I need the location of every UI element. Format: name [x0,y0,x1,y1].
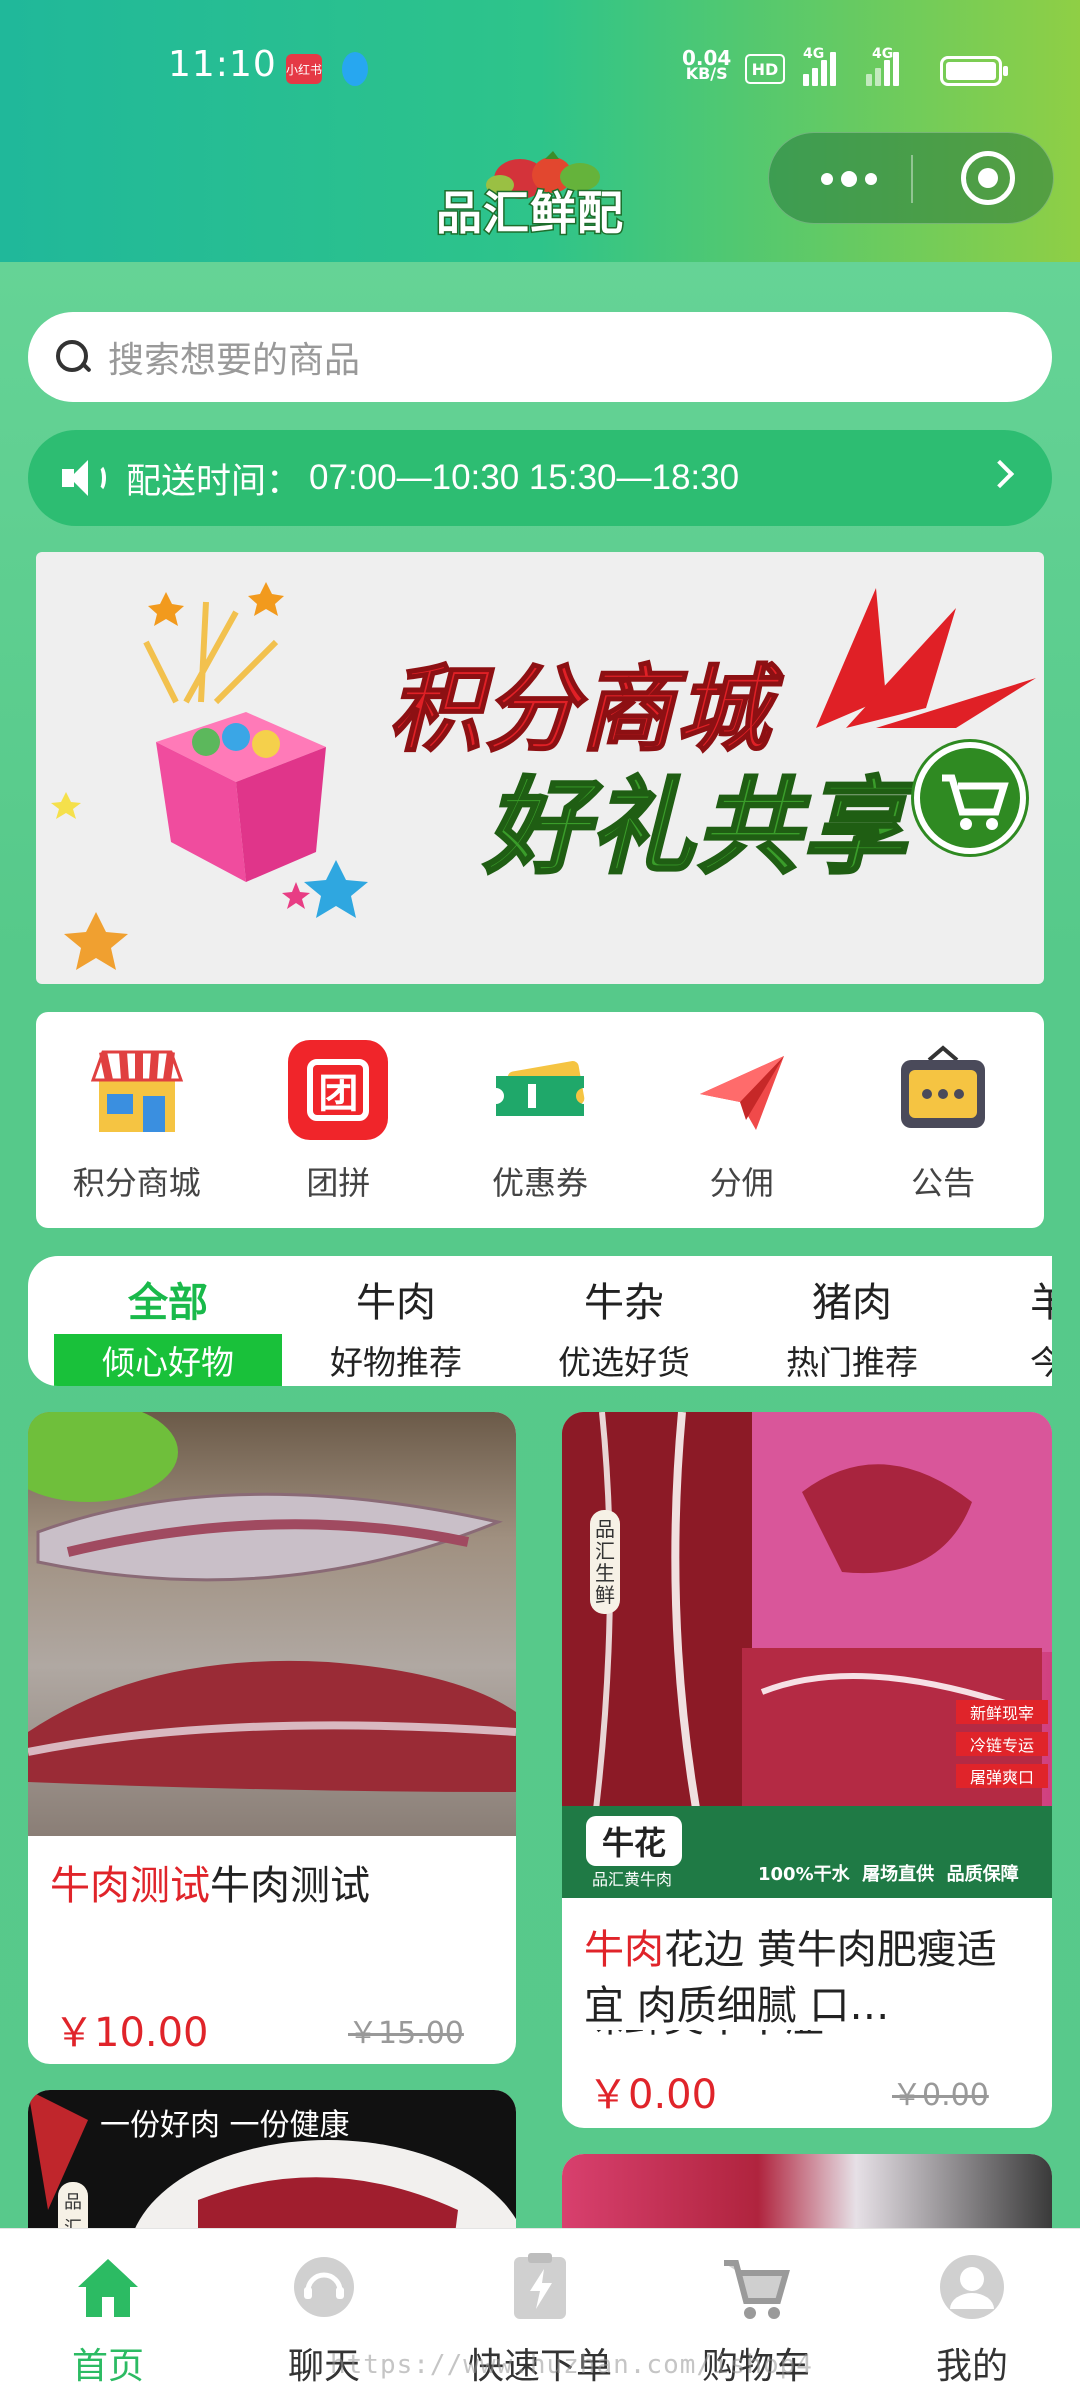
quick-menu-commission[interactable]: 分佣 [652,1040,832,1204]
quick-menu-points-mall[interactable]: 积分商城 [47,1040,227,1204]
category-subtitle: 好物推荐 [330,1343,462,1382]
product-image-tags: 新鲜现宰 冷链专运 屠弹爽口 [956,1700,1048,1788]
hd-voice-icon: HD [745,54,785,84]
product-original-price: ￥0.00 [892,2078,989,2113]
category-tab-all[interactable]: 全部 倾心好物 [54,1270,282,1386]
watermark: https://www.huzhan.com/ishop4 [330,2350,813,2380]
product-card[interactable]: 牛肉测试牛肉测试 ￥10.00 ￥15.00 [28,1412,516,2064]
search-placeholder: 搜索想要的商品 [108,340,361,381]
search-icon [54,338,92,376]
status-time: 11:10 [168,44,277,85]
category-tab-pork[interactable]: 猪肉 热门推荐 [738,1270,966,1386]
product-image: 品汇生鲜 新鲜现宰 冷链专运 屠弹爽口 牛花 品汇黄牛肉 100%干水 屠场直供… [562,1412,1052,1898]
category-subtitle: 热门推荐 [786,1343,918,1382]
quick-menu-coupon[interactable]: 优惠券 [450,1040,630,1204]
status-bar: 11:10 小红书 0.04 KB/S HD 4G 4G [0,40,1080,100]
product-image-badge: 牛花 [586,1816,683,1866]
battery-icon [940,56,1008,86]
shop-icon [87,1040,187,1140]
product-title: 牛肉测试牛肉测试 [50,1863,370,1909]
tab-label: 首页 [71,2346,144,2387]
notice-times: 07:00—10:30 15:30—18:30 [309,458,740,497]
banner-cart-icon [914,742,1026,854]
tab-profile[interactable]: 我的 [872,2229,1072,2400]
category-tab-lamb[interactable]: 羊 今日 [966,1270,1052,1386]
quick-menu-label: 优惠券 [491,1164,588,1202]
chat-icon [288,2251,360,2323]
product-image-subtitle: 品汇黄牛肉 [592,1870,673,1889]
category-name: 羊 [1030,1280,1052,1326]
product-title-overflow: 味鲜美不干涩 [584,2030,1030,2046]
group-buy-icon: 团 [288,1040,389,1140]
network-speed: 0.04 KB/S [682,46,732,83]
category-tab-beef[interactable]: 牛肉 好物推荐 [282,1270,510,1386]
product-price: ￥0.00 [588,2072,718,2118]
category-name: 牛肉 [356,1280,436,1326]
category-subtitle: 优选好货 [558,1343,690,1382]
banner-title-line2: 好礼共享 [482,765,909,890]
quick-menu: 积分商城 团 团拼 优惠券 分佣 公告 [36,1012,1044,1228]
category-tab-offal[interactable]: 牛杂 优选好货 [510,1270,738,1386]
cart-icon [720,2251,792,2323]
points-mall-banner[interactable]: 积分商城 好礼共享 [36,552,1044,984]
product-title: 牛肉花边 黄牛肉肥瘦适宜 肉质细腻 口… [584,1927,997,2029]
paper-plane-icon [692,1040,792,1140]
search-input[interactable]: 搜索想要的商品 [28,312,1052,402]
notification-drop-icon [342,52,368,86]
logo-text: 品汇鲜配 [435,185,625,242]
product-image-claims: 100%干水 屠场直供 品质保障 [758,1864,1019,1885]
signal-icon: 4G [803,46,836,86]
announcement-icon [893,1040,993,1140]
speaker-icon [62,458,106,498]
chevron-right-icon [985,459,1015,489]
home-icon [72,2251,144,2323]
quick-menu-label: 积分商城 [72,1164,201,1202]
quick-order-icon [504,2251,576,2323]
notification-app-icon: 小红书 [286,54,322,84]
app-logo: 品汇鲜配 [430,145,630,242]
product-original-price: ￥15.00 [348,2016,464,2051]
quick-menu-announcement[interactable]: 公告 [853,1040,1033,1204]
category-name: 牛杂 [584,1280,664,1326]
product-image-caption: 一份好肉 一份健康 [100,2108,350,2143]
tab-home[interactable]: 首页 [8,2229,208,2400]
quick-menu-label: 公告 [911,1164,976,1202]
more-icon[interactable] [809,167,889,191]
delivery-time-notice[interactable]: 配送时间： 07:00—10:30 15:30—18:30 [28,430,1052,526]
profile-icon [936,2251,1008,2323]
category-name: 猪肉 [812,1280,892,1326]
quick-menu-label: 团拼 [306,1164,371,1202]
notice-label: 配送时间： [126,461,302,502]
category-subtitle: 今日 [1030,1343,1052,1382]
close-target-icon[interactable] [961,151,1015,205]
category-name: 全部 [128,1280,208,1326]
product-image-stamp: 品汇生鲜 [590,1510,620,1614]
category-tabs: 全部 倾心好物 牛肉 好物推荐 牛杂 优选好货 猪肉 热门推荐 羊 今日 [28,1256,1052,1386]
product-price: ￥10.00 [54,2010,209,2056]
quick-menu-group-buy[interactable]: 团 团拼 [248,1040,428,1204]
quick-menu-label: 分佣 [709,1164,774,1202]
mini-program-capsule [768,132,1054,224]
banner-arrow-decoration [816,588,1036,728]
signal-icon: 4G [866,46,899,86]
coupon-icon [490,1040,590,1140]
category-subtitle: 倾心好物 [54,1334,282,1386]
tab-label: 我的 [935,2346,1008,2387]
product-card[interactable]: 品汇生鲜 新鲜现宰 冷链专运 屠弹爽口 牛花 品汇黄牛肉 100%干水 屠场直供… [562,1412,1052,2128]
product-image [28,1412,516,1836]
app-header: 11:10 小红书 0.04 KB/S HD 4G 4G 品汇鲜配 [0,0,1080,262]
